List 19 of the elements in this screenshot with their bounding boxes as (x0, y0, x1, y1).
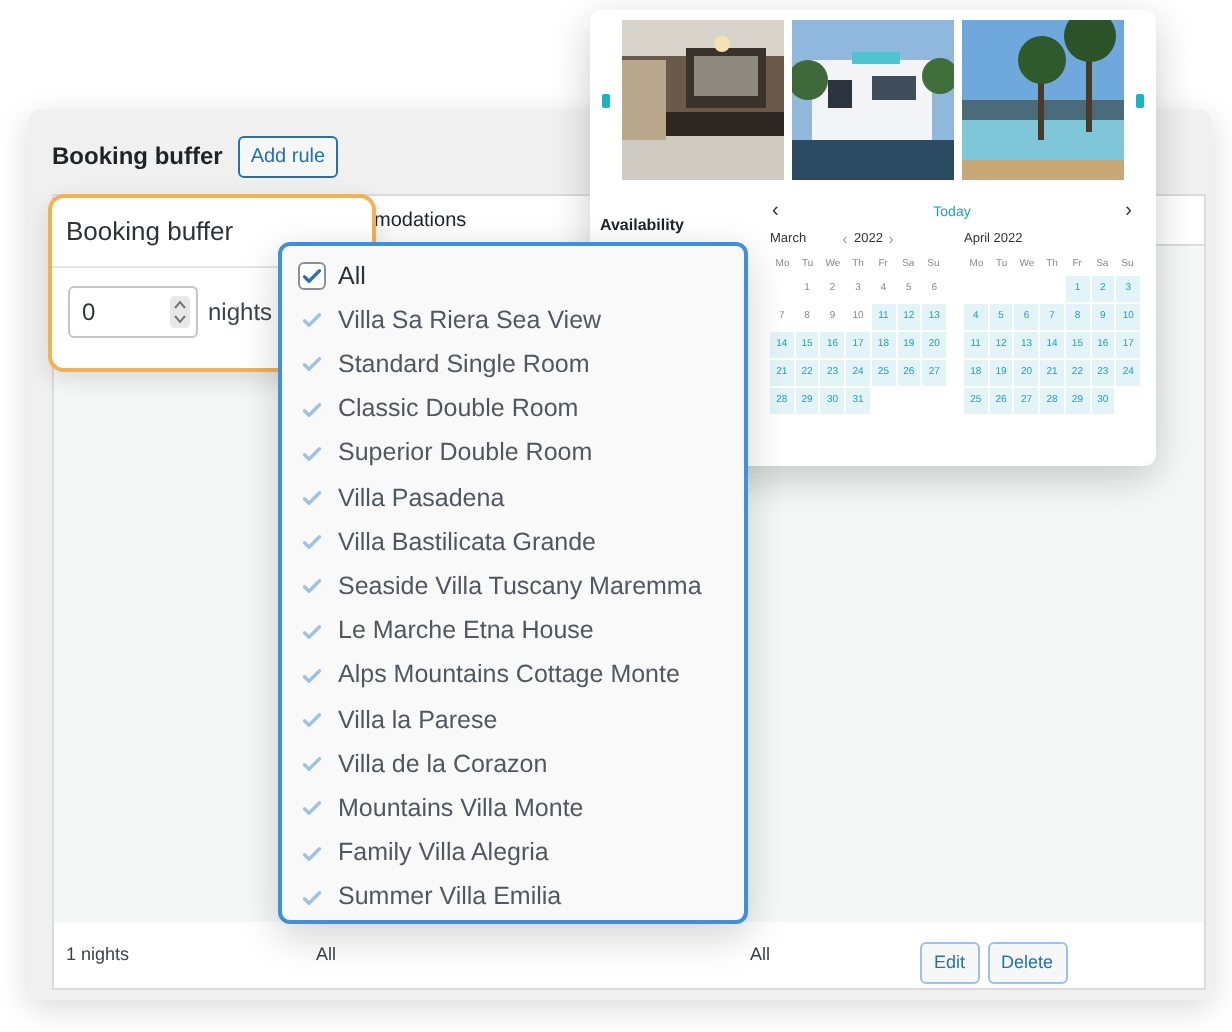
table-cell-text: 1 nights (64, 941, 132, 968)
page-title: Booking buffer (52, 140, 223, 174)
table-cell-text: All (750, 941, 773, 968)
chevron-right-icon[interactable] (888, 236, 895, 244)
availability-label: Availability (600, 216, 684, 234)
column-header: modations (374, 207, 467, 235)
popup-title: Booking buffer (66, 214, 234, 251)
add-rule-button[interactable]: Add rule (238, 135, 338, 177)
checkbox[interactable] (298, 262, 326, 291)
table-cell-text: All (314, 941, 339, 968)
next-month-button[interactable]: › (1125, 202, 1132, 222)
spinner-icon[interactable] (170, 296, 190, 328)
nights-input[interactable]: 0 (68, 286, 198, 338)
unit-label: nights (208, 296, 273, 330)
chevron-left-icon[interactable] (842, 236, 848, 244)
edit-button[interactable]: Edit (920, 942, 980, 984)
previous-month-button[interactable]: ‹ (772, 202, 779, 222)
delete-button[interactable]: Delete (987, 942, 1068, 984)
accommodation-option[interactable]: All (338, 257, 366, 295)
